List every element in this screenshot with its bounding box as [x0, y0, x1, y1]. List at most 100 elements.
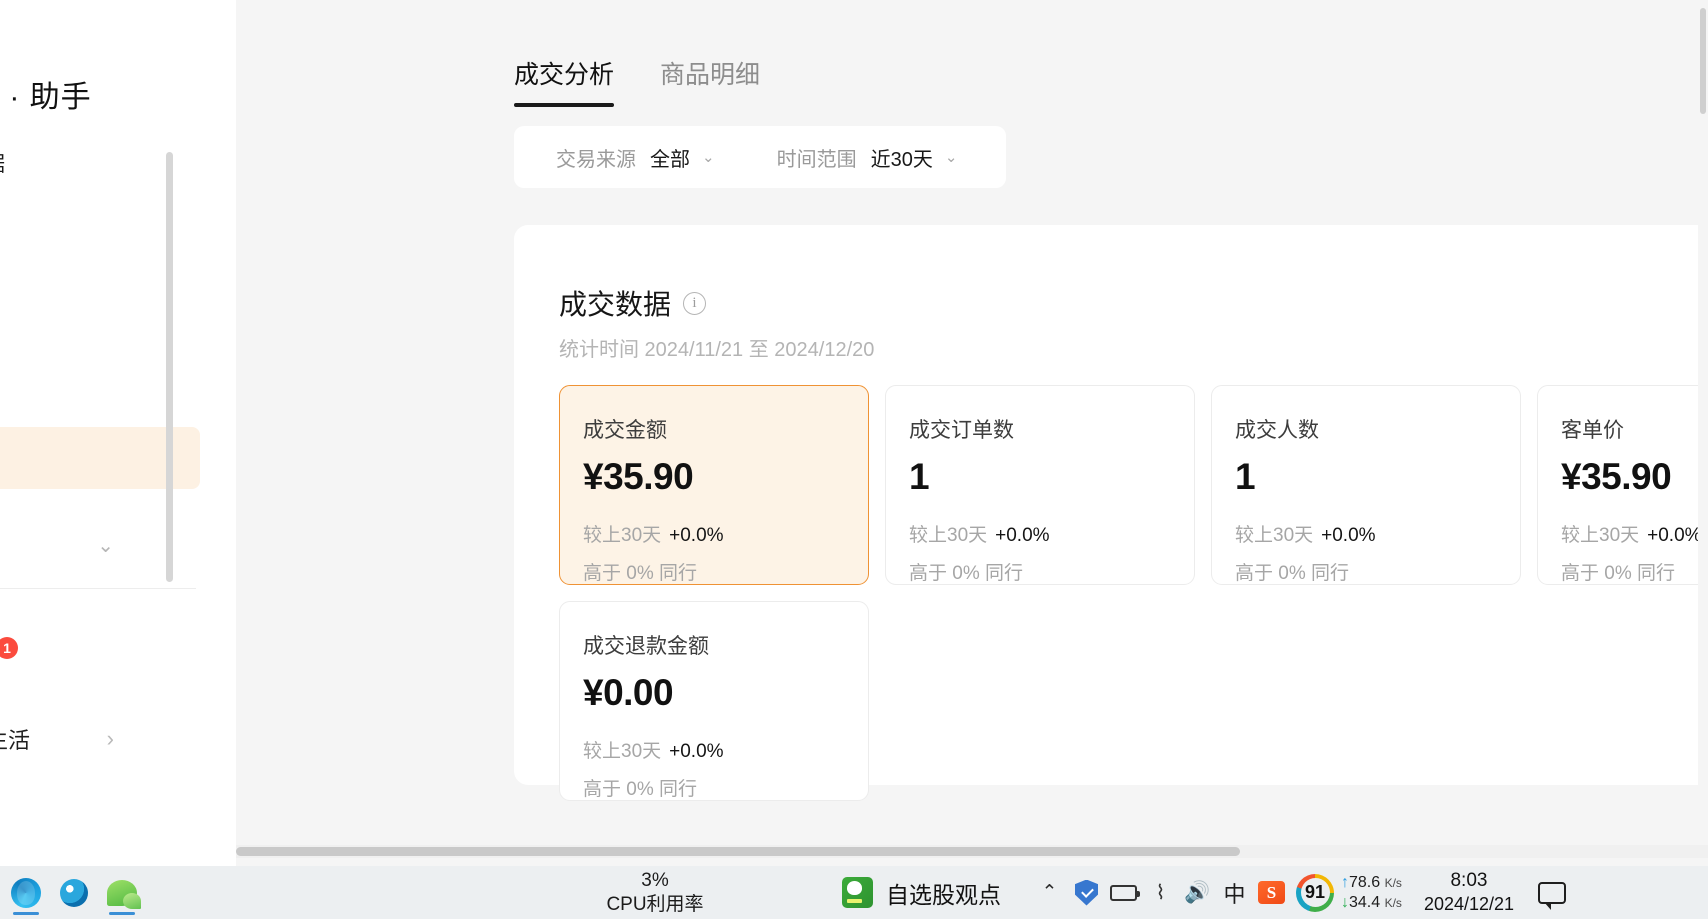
- download-speed: 34.4: [1349, 894, 1380, 911]
- content-area: 成交分析 商品明细 交易来源 全部 ⌄ 时间范围 近30天 ⌄: [236, 0, 1708, 866]
- content-horizontal-scrollbar[interactable]: [236, 845, 1708, 858]
- content-vertical-scrollbar[interactable]: [1698, 0, 1708, 845]
- filter-value[interactable]: 近30天: [871, 143, 933, 172]
- scrollbar-thumb[interactable]: [236, 847, 1240, 856]
- scrollbar-thumb[interactable]: [1700, 8, 1706, 114]
- windows-taskbar: 3% CPU利用率 自选股观点 ⌃ ⌇ 🔊 中: [0, 866, 1708, 919]
- speaker-icon: 🔊: [1184, 881, 1210, 905]
- speed-unit: K/s: [1385, 896, 1402, 910]
- metric-card-comparison: 较上30天 +0.0%: [1235, 520, 1520, 547]
- comparison-label: 较上30天: [1235, 525, 1313, 546]
- tab-bar: 成交分析 商品明细: [514, 55, 760, 107]
- tray-network-speed[interactable]: ↑78.6 K/s ↓34.4 K/s: [1341, 873, 1402, 913]
- network-download-row: ↓34.4 K/s: [1341, 893, 1402, 913]
- comparison-label: 较上30天: [583, 525, 661, 546]
- metric-card-chengjiao-dingdanshu[interactable]: 成交订单数 1 较上30天 +0.0% 高于 0% 同行: [885, 385, 1195, 585]
- sidebar-item-center[interactable]: 中心 1: [0, 617, 200, 679]
- tab-chengjiao-fenxi[interactable]: 成交分析: [514, 55, 614, 107]
- metric-card-value: ¥0.00: [583, 672, 868, 714]
- filter-time-range: 时间范围 近30天 ⌄: [715, 143, 958, 172]
- chevron-right-icon[interactable]: ›: [107, 726, 114, 752]
- taskbar-notification-button[interactable]: [1538, 882, 1566, 904]
- comparison-label: 较上30天: [1561, 525, 1639, 546]
- sidebar-item-shiyang-shenghuo[interactable]: 食养生活 ›: [0, 708, 200, 770]
- chevron-down-icon[interactable]: ⌄: [97, 533, 114, 558]
- metric-card-label: 客单价: [1561, 414, 1708, 444]
- notification-icon: [1538, 882, 1566, 904]
- stock-app-icon: [842, 877, 873, 908]
- taskbar-wechat-button[interactable]: [100, 869, 144, 917]
- metric-card-label: 成交订单数: [909, 414, 1194, 444]
- ime-chinese-icon: 中: [1223, 877, 1245, 909]
- filter-value[interactable]: 全部: [650, 143, 690, 172]
- comparison-value: +0.0%: [669, 741, 723, 762]
- taskbar-edge-button[interactable]: [4, 869, 48, 917]
- tray-battery-button[interactable]: [1105, 869, 1142, 917]
- arrow-down-icon: ↓: [1341, 894, 1349, 911]
- speed-unit: K/s: [1385, 876, 1402, 890]
- metric-card-value: ¥35.90: [1561, 456, 1708, 498]
- info-icon[interactable]: i: [683, 292, 706, 315]
- wifi-icon: ⌇: [1156, 880, 1166, 905]
- arrow-up-icon: ↑: [1341, 874, 1349, 891]
- taskbar-edge-secondary-button[interactable]: [52, 869, 96, 917]
- chevron-down-icon[interactable]: ⌄: [702, 148, 715, 166]
- tray-sogou-button[interactable]: S: [1253, 869, 1290, 917]
- metric-card-peer: 高于 0% 同行: [909, 558, 1194, 585]
- metric-card-label: 成交金额: [583, 414, 868, 444]
- app-window: 频号 · 助手 自数据 数据 数据 数据 数据 ⌄ 中心 1: [0, 0, 1708, 866]
- panel-title: 成交数据 i: [559, 283, 706, 323]
- tab-label: 商品明细: [660, 61, 760, 89]
- metric-card-chengjiao-jine[interactable]: 成交金额 ¥35.90 较上30天 +0.0% 高于 0% 同行: [559, 385, 869, 585]
- metric-card-value: ¥35.90: [583, 456, 868, 498]
- tab-label: 成交分析: [514, 61, 614, 89]
- metric-card-comparison: 较上30天+0.0%: [583, 736, 868, 763]
- tray-ime-button[interactable]: 中: [1216, 869, 1253, 917]
- comparison-value: +0.0%: [995, 525, 1049, 546]
- metric-card-comparison: 较上30天 +0.0%: [583, 520, 868, 547]
- metric-card-chengjiao-renshu[interactable]: 成交人数 1 较上30天+0.0% 高于 0% 同行: [1211, 385, 1521, 585]
- sidebar-scrollbar-thumb[interactable]: [166, 152, 173, 582]
- taskbar-stock-widget[interactable]: 自选股观点: [842, 876, 1001, 910]
- edge-icon: [60, 879, 88, 907]
- metric-card-peer: 高于 0% 同行: [583, 774, 868, 801]
- comparison-value: +0.0%: [1321, 525, 1375, 546]
- tray-expand-button[interactable]: ⌃: [1031, 869, 1068, 917]
- tray-volume-button[interactable]: 🔊: [1179, 869, 1216, 917]
- tab-shangpin-mingxi[interactable]: 商品明细: [660, 55, 760, 107]
- active-indicator: [109, 912, 135, 915]
- tray-security-button[interactable]: [1068, 869, 1105, 917]
- clock-time: 8:03: [1424, 869, 1514, 893]
- sidebar-divider: [0, 588, 196, 589]
- battery-icon: [1110, 885, 1137, 901]
- metric-card-value: 1: [1235, 456, 1520, 498]
- clock-date: 2024/12/21: [1424, 893, 1514, 916]
- metric-card-peer: 高于 0% 同行: [1561, 558, 1708, 585]
- sidebar: 频号 · 助手 自数据 数据 数据 数据 数据 ⌄ 中心 1: [0, 0, 256, 866]
- metric-card-row-1: 成交金额 ¥35.90 较上30天 +0.0% 高于 0% 同行 成交订单数 1: [559, 385, 1708, 585]
- stock-widget-label: 自选股观点: [886, 876, 1001, 910]
- filter-label: 交易来源: [556, 143, 636, 172]
- taskbar-cpu-widget[interactable]: 3% CPU利用率: [560, 869, 750, 915]
- app-brand-title: 频号 · 助手: [0, 72, 238, 116]
- metric-card-kedanjia[interactable]: 客单价 ¥35.90 较上30天+0.0% 高于 0% 同行: [1537, 385, 1708, 585]
- tray-performance-score[interactable]: 91: [1296, 874, 1334, 912]
- comparison-label: 较上30天: [909, 525, 987, 546]
- taskbar-pinned-apps: [0, 869, 560, 917]
- panel-title-text: 成交数据: [559, 283, 671, 323]
- active-indicator: [13, 912, 39, 915]
- chevron-up-icon: ⌃: [1042, 881, 1058, 904]
- sidebar-section-title: 自数据: [0, 148, 5, 178]
- cpu-label: CPU利用率: [560, 893, 750, 916]
- metric-card-value: 1: [909, 456, 1194, 498]
- tray-network-button[interactable]: ⌇: [1142, 869, 1179, 917]
- performance-score-value: 91: [1301, 878, 1330, 907]
- comparison-value: +0.0%: [669, 525, 723, 546]
- sogou-input-icon: S: [1258, 881, 1285, 904]
- wechat-icon: [107, 880, 137, 906]
- metric-card-peer: 高于 0% 同行: [583, 558, 868, 585]
- upload-speed: 78.6: [1349, 874, 1380, 891]
- chevron-down-icon[interactable]: ⌄: [945, 148, 958, 166]
- metric-card-chengjiao-tuikuan-jine[interactable]: 成交退款金额 ¥0.00 较上30天+0.0% 高于 0% 同行: [559, 601, 869, 801]
- taskbar-clock[interactable]: 8:03 2024/12/21: [1424, 869, 1514, 915]
